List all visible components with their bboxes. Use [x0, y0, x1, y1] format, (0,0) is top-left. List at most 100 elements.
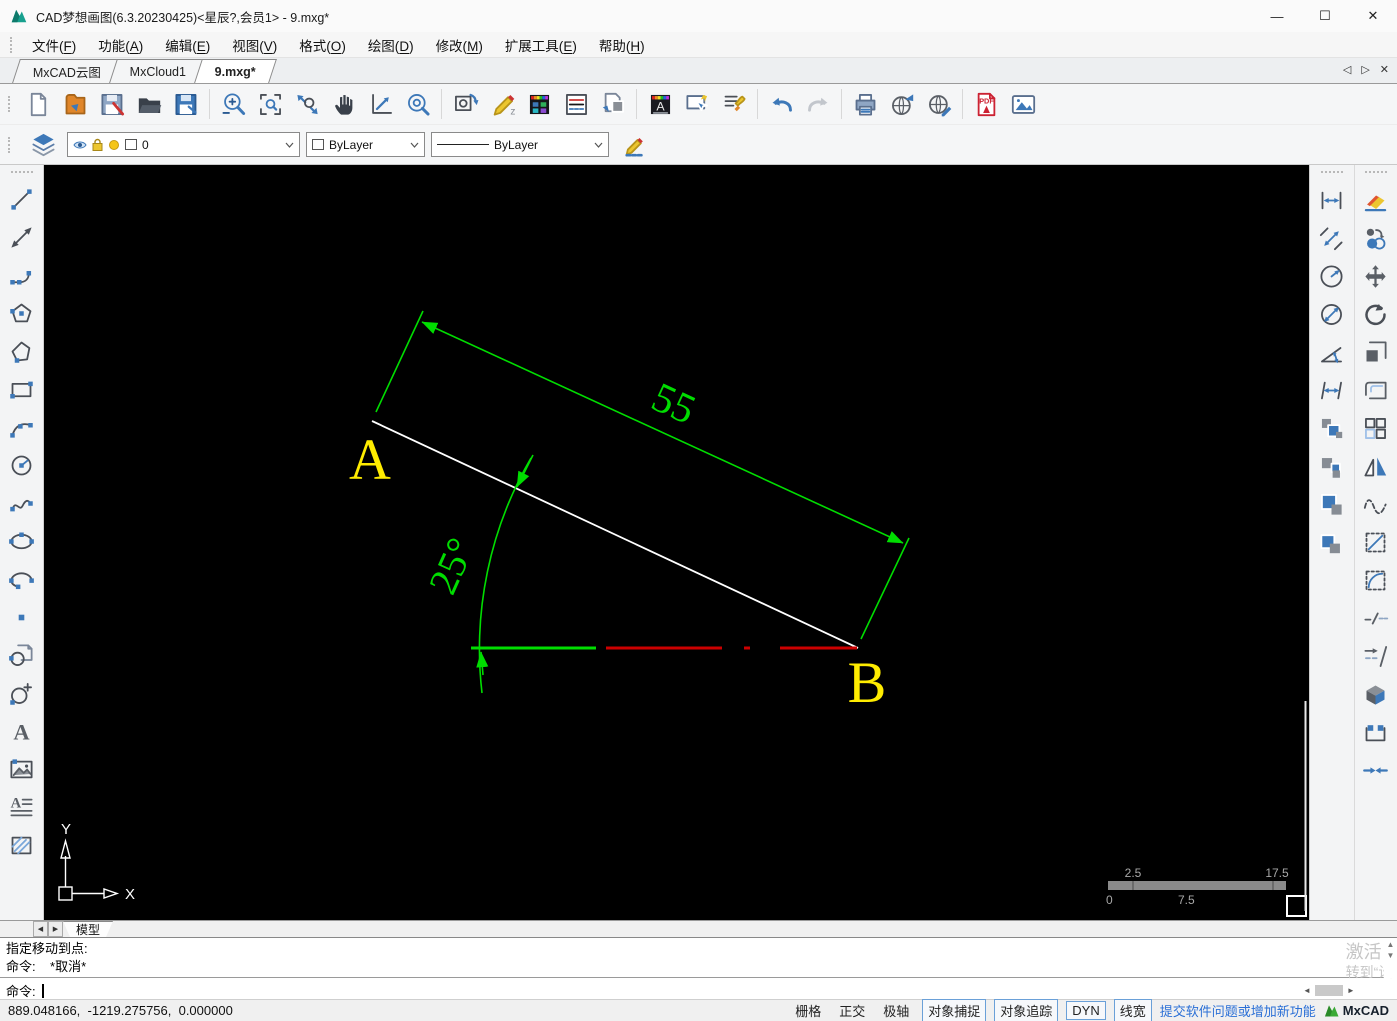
menu-item-function[interactable]: 功能(A) [87, 32, 154, 58]
image-insert-button[interactable] [3, 753, 40, 786]
new-file-button[interactable] [20, 87, 56, 122]
minimize-button[interactable]: — [1253, 0, 1301, 32]
ellipse-button[interactable] [3, 525, 40, 558]
toggle-osnap[interactable]: 对象捕捉 [922, 999, 987, 1021]
zoom-in-out-button[interactable] [215, 87, 251, 122]
dimension-text-55[interactable]: 55 [645, 374, 702, 433]
array-button[interactable] [1357, 413, 1394, 444]
toggle-polar[interactable]: 极轴 [878, 1000, 914, 1021]
circle-button[interactable] [3, 449, 40, 482]
ellipse-arc-button[interactable] [3, 563, 40, 596]
fillet-button[interactable] [1357, 565, 1394, 596]
zoom-extents-button[interactable] [289, 87, 325, 122]
polygon-2-button[interactable] [3, 335, 40, 368]
feedback-link[interactable]: 提交软件问题或增加新功能 [1160, 1001, 1316, 1020]
copy-button[interactable] [1357, 223, 1394, 254]
break-button[interactable] [1357, 603, 1394, 634]
rotate-button[interactable] [1357, 299, 1394, 330]
dim-angular-button[interactable] [1313, 337, 1350, 368]
menu-item-help[interactable]: 帮助(H) [588, 32, 656, 58]
toolbar-drag-handle[interactable] [1320, 171, 1343, 176]
redo-button[interactable] [800, 87, 836, 122]
menubar-drag-handle[interactable] [10, 36, 15, 53]
insert-block-button[interactable] [3, 639, 40, 672]
dim-diameter-button[interactable] [1313, 299, 1350, 330]
save-as-button[interactable] [168, 87, 204, 122]
pan-button[interactable] [326, 87, 362, 122]
layer-manager-button[interactable] [25, 127, 61, 162]
open-folder-button[interactable] [131, 87, 167, 122]
copy-variant-1-button[interactable] [1313, 413, 1350, 444]
polygon-button[interactable] [3, 297, 40, 330]
point-label-b[interactable]: B [848, 650, 887, 715]
toggle-otrack[interactable]: 对象追踪 [994, 999, 1059, 1021]
scrollbar-thumb[interactable] [1314, 984, 1343, 996]
copy-variant-4-button[interactable] [1313, 527, 1350, 558]
text-style-button[interactable]: A [642, 87, 678, 122]
zoom-center-button[interactable] [400, 87, 436, 122]
menu-item-draw[interactable]: 绘图(D) [357, 32, 425, 58]
scroll-left-icon[interactable]: ◄ [1303, 986, 1311, 995]
join-button[interactable] [1357, 755, 1394, 786]
drawing-canvas[interactable]: 55 25° A B Y X 2.5 17.5 0 7.5 [44, 165, 1309, 920]
zoom-scale-button[interactable] [363, 87, 399, 122]
linetype-select[interactable]: ByLayer [431, 132, 609, 157]
command-horizontal-scrollbar[interactable]: ◄ ► [1303, 983, 1383, 997]
menu-item-view[interactable]: 视图(V) [221, 32, 288, 58]
arc-button[interactable] [3, 411, 40, 444]
linetype-manager-button[interactable] [558, 87, 594, 122]
dimension-line-55[interactable] [421, 321, 904, 544]
dim-linear-button[interactable] [1313, 185, 1350, 216]
angular-dimension-arc[interactable] [478, 457, 532, 694]
menu-item-format[interactable]: 格式(O) [288, 32, 357, 58]
tab-scroll-right-icon[interactable]: ▷ [1361, 63, 1369, 76]
scroll-up-icon[interactable]: ▲ [1387, 940, 1395, 949]
pdf-export-button[interactable]: PDF [968, 87, 1004, 122]
toggle-grid[interactable]: 栅格 [790, 1000, 826, 1021]
image-export-button[interactable] [1005, 87, 1041, 122]
scroll-down-icon[interactable]: ▼ [1387, 951, 1395, 960]
spline-button[interactable] [3, 487, 40, 520]
command-vertical-scrollbar[interactable]: ▲ ▼ [1384, 938, 1397, 978]
dimension-text-25deg[interactable]: 25° [420, 531, 484, 600]
hatch-button[interactable] [3, 829, 40, 862]
menu-item-edit[interactable]: 编辑(E) [154, 32, 221, 58]
dim-extension-line-a[interactable] [375, 310, 424, 413]
point-button[interactable] [3, 601, 40, 634]
mirror-button[interactable] [1357, 451, 1394, 482]
dim-aligned-button[interactable] [1313, 223, 1350, 254]
tab-model[interactable]: 模型 [63, 921, 113, 937]
menu-item-express-tools[interactable]: 扩展工具(E) [494, 32, 588, 58]
copy-variant-2-button[interactable] [1313, 451, 1350, 482]
layout-next-button[interactable]: ▶ [48, 921, 63, 937]
color-palette-button[interactable] [521, 87, 557, 122]
sketch-settings-button[interactable]: z [484, 87, 520, 122]
web-upload-button[interactable] [921, 87, 957, 122]
layout-prev-button[interactable]: ◀ [33, 921, 48, 937]
toolbar-drag-handle[interactable] [1364, 171, 1387, 176]
curve-button[interactable] [1357, 489, 1394, 520]
open-cloud-file-button[interactable] [57, 87, 93, 122]
tab-close-icon[interactable]: ✕ [1380, 63, 1389, 76]
erase-button[interactable] [1357, 185, 1394, 216]
menu-item-modify[interactable]: 修改(M) [425, 32, 494, 58]
print-button[interactable] [847, 87, 883, 122]
mtext-button[interactable]: A [3, 791, 40, 824]
menu-item-file[interactable]: 文件(F) [21, 32, 87, 58]
chevron-down-icon[interactable] [406, 134, 422, 155]
lineweight-button[interactable] [615, 127, 651, 162]
construction-line-button[interactable] [3, 221, 40, 254]
dim-extension-line-b[interactable] [860, 537, 910, 640]
move-button[interactable] [1357, 261, 1394, 292]
offset-button[interactable] [1357, 375, 1394, 406]
toolbar-drag-handle[interactable] [8, 136, 13, 153]
rectangle-button[interactable] [3, 373, 40, 406]
line-button[interactable] [3, 183, 40, 216]
web-publish-button[interactable] [884, 87, 920, 122]
undo-button[interactable] [763, 87, 799, 122]
quick-select-button[interactable] [679, 87, 715, 122]
polyline-button[interactable] [3, 259, 40, 292]
close-button[interactable]: ✕ [1349, 0, 1397, 32]
tab-9mxg-active[interactable]: 9.mxg* [194, 59, 278, 83]
tab-scroll-left-icon[interactable]: ◁ [1343, 63, 1351, 76]
